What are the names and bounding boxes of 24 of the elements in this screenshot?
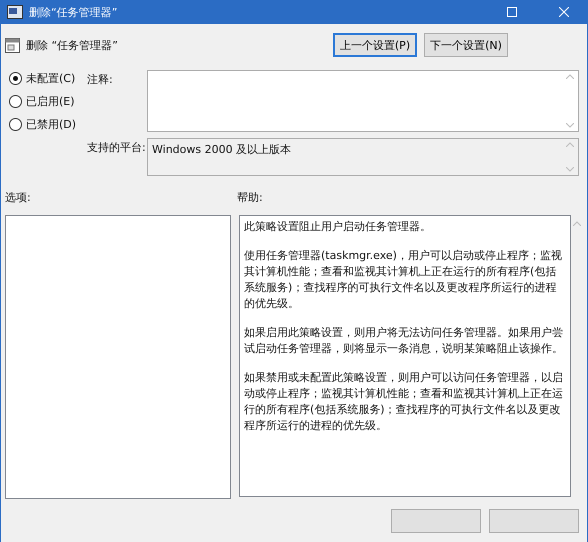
options-label: 选项: <box>5 190 32 205</box>
platform-value: Windows 2000 及以上版本 <box>152 142 292 158</box>
help-paragraph: 使用任务管理器(taskmgr.exe)，用户可以启动或停止程序；监视其计算机性能；查看和监视其计算机上正在运行的所有程序(包括系统服务)；查找程序的可执行文件名以及更改程序所运行的进程的优先级。 <box>244 248 563 312</box>
radio-label[interactable]: 已禁用(D) <box>26 117 76 132</box>
window-title: 删除“任务管理器” <box>29 4 118 20</box>
help-paragraph: 此策略设置阻止用户启动任务管理器。 <box>244 219 432 235</box>
radio-button[interactable] <box>9 72 22 85</box>
comment-field[interactable] <box>147 70 579 132</box>
help-paragraph: 如果启用此策略设置，则用户将无法访问任务管理器。如果用户尝试启动任务管理器，则将显示一条消息，说明某策略阻止该操作。 <box>244 325 564 357</box>
comment-label: 注释: <box>87 72 114 88</box>
platform-label: 支持的平台: <box>87 140 147 156</box>
policy-title: 删除 “任务管理器” <box>26 38 119 52</box>
next-setting-button[interactable]: 下一个设置(N) <box>424 33 508 57</box>
close-icon <box>559 7 569 17</box>
radio-label[interactable]: 未配置(C) <box>26 71 76 86</box>
maximize-icon <box>507 7 517 17</box>
help-paragraph: 如果禁用或未配置此策略设置，则用户可以访问任务管理器，以启动或停止程序；监视其计算机性能；查看和监视其计算机上正在运行的所有程序(包括系统服务)；查找程序的可执行文件名以及更改程序所运行的进程的优先级。 <box>244 370 564 434</box>
policy-icon <box>5 38 20 52</box>
policy-icon <box>7 5 23 19</box>
previous-setting-button[interactable]: 上一个设置(P) <box>333 33 417 57</box>
help-label: 帮助: <box>237 190 263 205</box>
radio-button[interactable] <box>9 118 22 131</box>
radio-label[interactable]: 已启用(E) <box>26 94 75 109</box>
radio-button[interactable] <box>9 95 22 108</box>
